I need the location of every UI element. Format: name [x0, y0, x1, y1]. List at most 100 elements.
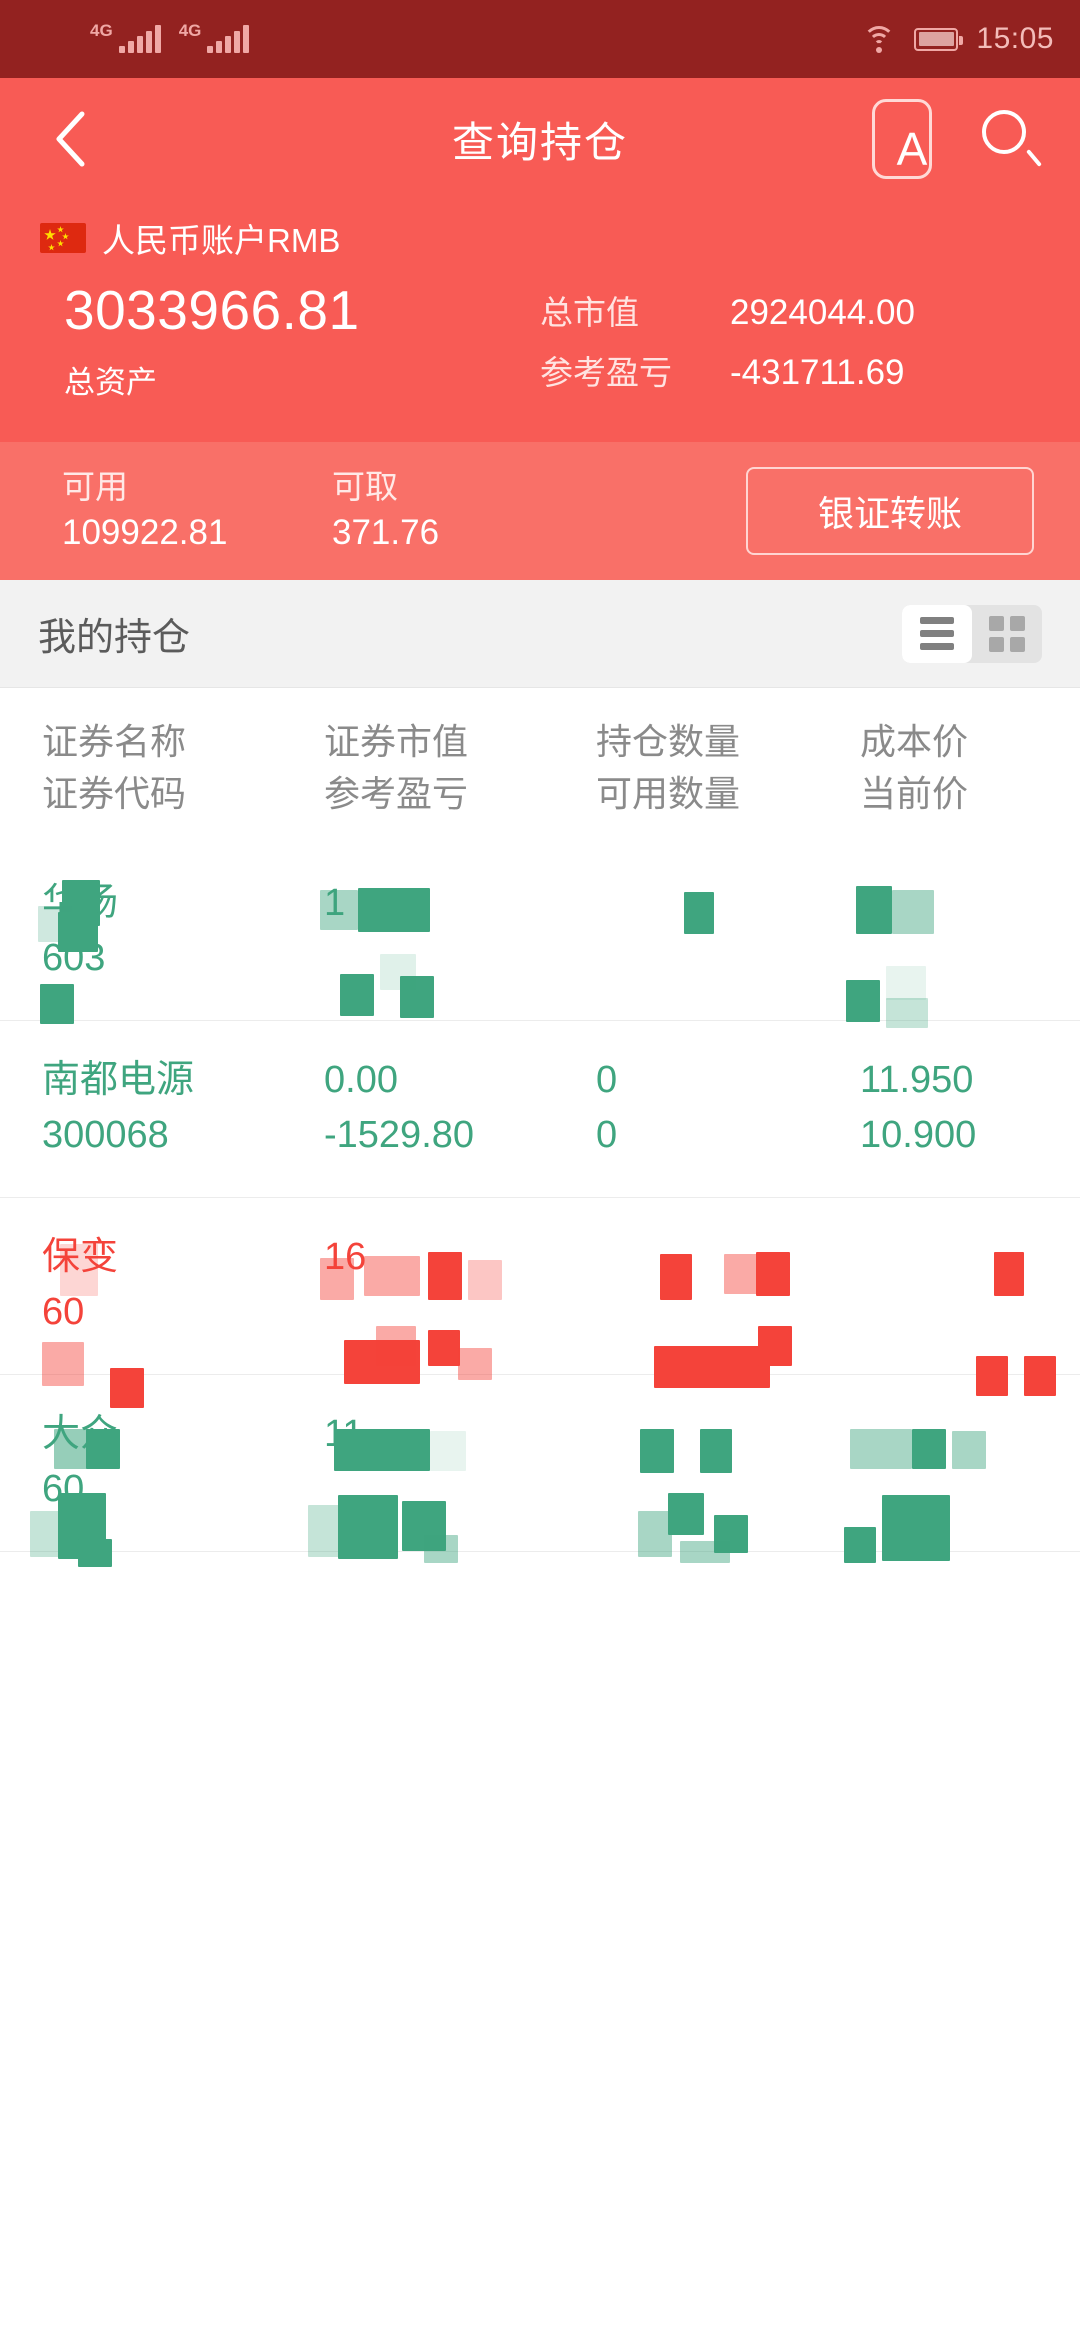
- table-row[interactable]: 保变 60 16: [0, 1198, 1080, 1409]
- redaction-block: [376, 1326, 416, 1367]
- signal-bars-icon-2: [207, 25, 250, 53]
- font-size-icon-label: A: [896, 123, 928, 175]
- bank-transfer-button[interactable]: 银证转账: [746, 467, 1034, 555]
- app-screen: 4G 4G 15:05 查询持仓 A 人民币账户RMB 3033966.81 总…: [0, 0, 1080, 2340]
- list-view-button[interactable]: [902, 604, 972, 663]
- cell-cost-price: 11.950: [860, 1059, 974, 1102]
- table-cell-quantity: [544, 1230, 816, 1389]
- search-icon-handle: [1026, 149, 1042, 167]
- cell-quantity: 0: [596, 1059, 618, 1102]
- redaction-block: [912, 1429, 946, 1470]
- redaction-block: [882, 1495, 950, 1562]
- redaction-block: [358, 888, 430, 933]
- view-toggle[interactable]: [902, 604, 1042, 663]
- table-cell-name: 华扬603: [0, 876, 272, 1025]
- cell-code: 300068: [42, 1114, 169, 1157]
- china-flag-icon: [40, 223, 86, 253]
- redaction-block: [320, 1258, 354, 1301]
- redaction-block: [428, 1330, 460, 1367]
- back-button[interactable]: [40, 109, 100, 169]
- account-selector[interactable]: 人民币账户RMB: [40, 214, 1040, 262]
- nav-actions: A: [872, 99, 1042, 179]
- redaction-block: [428, 1252, 462, 1301]
- cell-available-qty: 0: [596, 1114, 618, 1157]
- table-cell-quantity: [544, 876, 816, 986]
- redaction-block: [668, 1493, 704, 1536]
- my-holdings-bar: 我的持仓: [0, 580, 1080, 688]
- table-cell-cost-price: 11.950 10.900: [816, 1053, 1080, 1163]
- empty-list-area: [0, 1552, 1080, 2213]
- redaction-block: [430, 1431, 466, 1472]
- market-value-label: 总市值: [540, 294, 639, 331]
- column-header-market-value-bottom: 参考盈亏: [324, 773, 469, 815]
- list-view-icon: [920, 617, 954, 650]
- signal-indicator-1: 4G: [90, 21, 161, 53]
- cell-current-price: 10.900: [860, 1114, 977, 1157]
- redaction-block: [58, 912, 98, 953]
- column-header-name-top: 证券名称: [42, 721, 187, 762]
- redaction-block: [844, 1527, 876, 1564]
- cell-name: 南都电源: [42, 1059, 195, 1102]
- table-cell-quantity: 00: [544, 1053, 816, 1163]
- redaction-block: [756, 1252, 790, 1297]
- cell-current-price: [860, 1285, 1080, 1340]
- redaction-block: [758, 1326, 792, 1367]
- column-header-market-value: 证券市值 参考盈亏: [272, 716, 544, 820]
- back-chevron-icon: [56, 111, 85, 167]
- redaction-block: [308, 1505, 342, 1558]
- signal-indicator-2: 4G: [179, 21, 250, 53]
- column-header-market-value-top: 证券市值: [324, 721, 469, 762]
- column-header-price: 成本价 当前价: [816, 716, 1080, 820]
- table-cell-cost-price: [816, 1407, 1080, 1564]
- total-assets-block: 3033966.81 总资产: [40, 276, 540, 402]
- my-holdings-title: 我的持仓: [38, 617, 191, 659]
- redaction-block: [320, 890, 358, 931]
- usable-funds-block: 可用 109922.81: [36, 466, 306, 556]
- available-funds-bar: 可用 109922.81 可取 371.76 银证转账: [0, 442, 1080, 580]
- redaction-block: [700, 1429, 732, 1474]
- profit-loss-value: -431711.69: [730, 353, 905, 392]
- market-value-value: 2924044.00: [730, 293, 915, 332]
- clock-label: 15:05: [976, 22, 1054, 55]
- redaction-block: [640, 1429, 674, 1474]
- redaction-block: [856, 886, 892, 935]
- table-row[interactable]: 华扬6031: [0, 844, 1080, 1029]
- redaction-block: [994, 1252, 1024, 1297]
- table-cell-name: 保变 60: [0, 1230, 272, 1409]
- redaction-block: [680, 1541, 730, 1564]
- signal-bars-icon-1: [118, 25, 161, 53]
- usable-funds-label: 可用: [62, 467, 128, 505]
- cell-cost-price: [860, 1230, 1080, 1285]
- cell-market-value: 0.00: [324, 1059, 398, 1102]
- battery-icon: [914, 27, 964, 51]
- font-size-button[interactable]: A: [872, 99, 932, 179]
- table-cell-market-value: 1: [272, 876, 544, 1019]
- redaction-block: [334, 1429, 430, 1472]
- wifi-icon: [862, 26, 896, 53]
- profit-loss-label: 参考盈亏: [540, 354, 672, 391]
- grid-view-button[interactable]: [972, 605, 1042, 663]
- redaction-block: [338, 1495, 398, 1560]
- table-cell-cost-price: [816, 876, 1080, 1029]
- column-header-quantity-bottom: 可用数量: [596, 773, 741, 815]
- redaction-block: [660, 1254, 692, 1301]
- column-header-price-bottom: 当前价: [860, 773, 969, 815]
- redaction-block: [78, 1539, 112, 1568]
- table-row[interactable]: 南都电源 300068 0.00 -1529.80 0 0 11.950 10.900: [0, 1021, 1080, 1199]
- total-assets-label: 总资产: [64, 364, 157, 400]
- holdings-table-body: 华扬6031南都电源3000680.00-1529.800011.95010.9…: [0, 844, 1080, 1568]
- withdrawable-funds-value: 371.76: [332, 512, 440, 552]
- column-header-quantity: 持仓数量 可用数量: [544, 716, 816, 820]
- account-name-label: 人民币账户RMB: [102, 222, 341, 259]
- search-button[interactable]: [982, 110, 1042, 168]
- column-header-name: 证券名称 证券代码: [0, 716, 272, 820]
- table-row[interactable]: 大众6011、: [0, 1375, 1080, 1568]
- account-summary: 人民币账户RMB 3033966.81 总资产 总市值 2924044.00 参…: [0, 200, 1080, 442]
- table-cell-market-value: 11、: [272, 1407, 544, 1564]
- account-metrics: 总市值 2924044.00 参考盈亏 -431711.69: [540, 276, 1040, 406]
- table-cell-quantity: [544, 1407, 816, 1564]
- table-cell-name: 南都电源 300068: [0, 1053, 272, 1163]
- redaction-block: [60, 1244, 98, 1297]
- grid-view-icon: [989, 615, 1025, 652]
- redaction-block: [340, 974, 374, 1017]
